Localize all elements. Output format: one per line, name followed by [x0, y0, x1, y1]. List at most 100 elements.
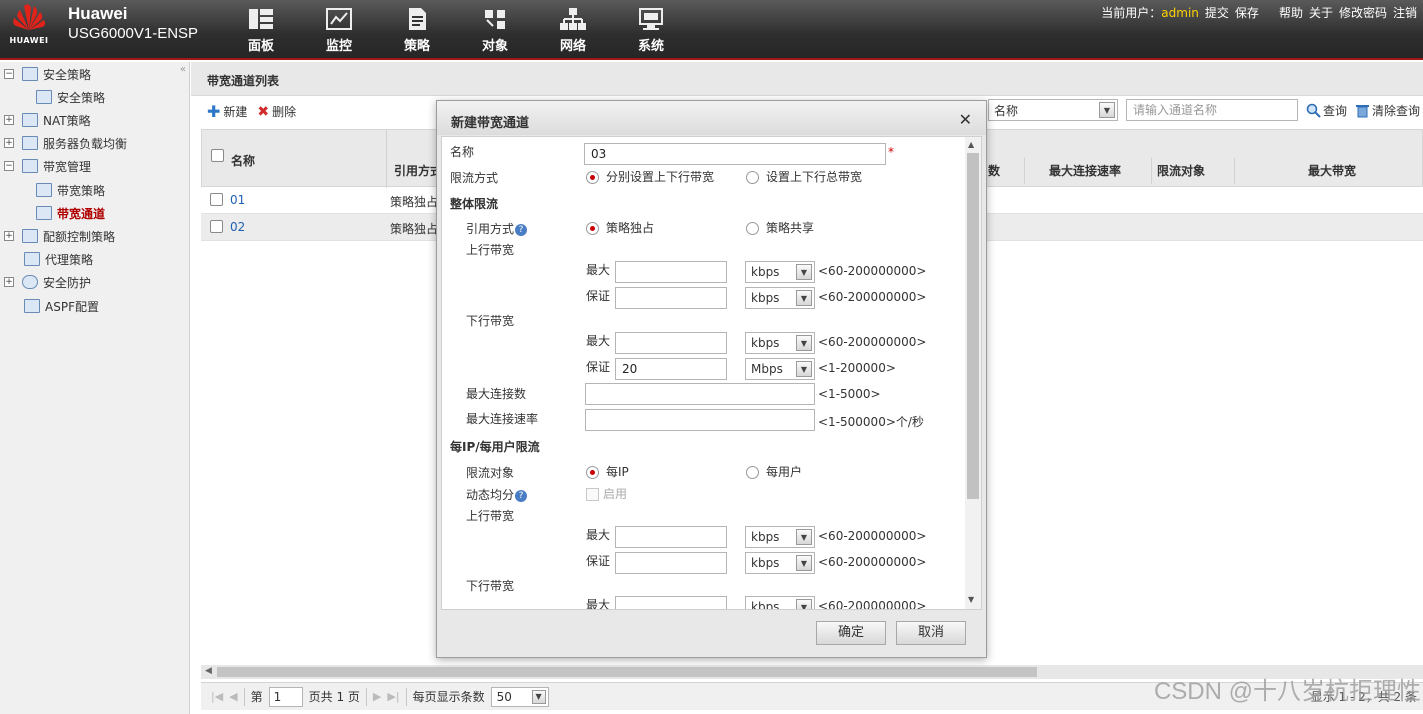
- sidebar-item-bandwidth-mgmt[interactable]: − 带宽管理: [4, 156, 91, 176]
- up-max-input[interactable]: [615, 261, 727, 283]
- page-number-input[interactable]: 1: [268, 686, 303, 707]
- submit-link[interactable]: 提交: [1205, 4, 1229, 21]
- chevron-down-icon[interactable]: ▼: [796, 599, 812, 609]
- cancel-button[interactable]: 取消: [896, 621, 966, 645]
- ref-exclusive-radio[interactable]: 策略独占: [586, 219, 654, 236]
- sidebar-item-security-policy[interactable]: 安全策略: [36, 87, 105, 107]
- per-up-max-input[interactable]: [615, 526, 727, 548]
- help-icon[interactable]: ?: [515, 223, 528, 236]
- expand-toggle-icon[interactable]: +: [4, 231, 14, 241]
- search-field-select[interactable]: 名称 ▼: [988, 99, 1118, 121]
- sidebar-item-security-policy-group[interactable]: − 安全策略: [4, 64, 91, 84]
- chevron-down-icon[interactable]: ▼: [796, 264, 812, 280]
- nav-dashboard[interactable]: 面板: [222, 6, 300, 54]
- chevron-down-icon[interactable]: ▼: [796, 290, 812, 306]
- new-button[interactable]: ✚ 新建: [207, 103, 247, 120]
- scroll-left-icon[interactable]: ◀: [205, 666, 212, 676]
- sidebar-item-quota-control[interactable]: + 配额控制策略: [4, 226, 115, 246]
- down-guarantee-input[interactable]: 20: [615, 358, 727, 380]
- up-max-unit-select[interactable]: kbps ▼: [745, 261, 815, 283]
- col-max-conn-rate[interactable]: 最大连接速率: [1049, 162, 1121, 179]
- expand-toggle-icon[interactable]: +: [4, 138, 14, 148]
- scroll-up-icon[interactable]: ▲: [968, 140, 974, 149]
- sidebar-item-aspf[interactable]: ASPF配置: [24, 296, 99, 316]
- expand-toggle-icon[interactable]: +: [4, 115, 14, 125]
- up-guarantee-input[interactable]: [615, 287, 727, 309]
- prev-page-icon[interactable]: ◀: [229, 690, 237, 703]
- chevron-down-icon[interactable]: ▼: [796, 555, 812, 571]
- max-conn-input[interactable]: [585, 383, 815, 405]
- scrollbar-thumb[interactable]: [967, 153, 979, 499]
- mode-total-radio[interactable]: 设置上下行总带宽: [746, 168, 862, 185]
- next-page-icon[interactable]: ▶: [373, 690, 381, 703]
- per-up-guarantee-unit-select[interactable]: kbps ▼: [745, 552, 815, 574]
- up-guarantee-unit-select[interactable]: kbps ▼: [745, 287, 815, 309]
- unit-value: kbps: [751, 291, 780, 305]
- chevron-down-icon[interactable]: ▼: [796, 529, 812, 545]
- dialog-vertical-scrollbar[interactable]: ▲ ▼: [965, 137, 981, 609]
- limit-per-user-label: 每用户: [766, 465, 803, 479]
- per-up-guarantee-input[interactable]: [615, 552, 727, 574]
- nav-objects[interactable]: 对象: [456, 6, 534, 54]
- nav-system[interactable]: 系统: [612, 6, 690, 54]
- per-up-max-unit-select[interactable]: kbps ▼: [745, 526, 815, 548]
- collapse-sidebar-icon[interactable]: «: [180, 64, 186, 75]
- nav-policy[interactable]: 策略: [378, 6, 456, 54]
- select-all-checkbox[interactable]: [211, 149, 224, 165]
- per-down-max-unit-select[interactable]: kbps ▼: [745, 596, 815, 609]
- row-name-link[interactable]: 02: [230, 220, 245, 234]
- ref-shared-radio[interactable]: 策略共享: [746, 219, 814, 236]
- nav-network[interactable]: 网络: [534, 6, 612, 54]
- col-max-bandwidth[interactable]: 最大带宽: [1308, 162, 1356, 179]
- ok-button[interactable]: 确定: [816, 621, 886, 645]
- limit-per-user-radio[interactable]: 每用户: [746, 463, 802, 480]
- about-link[interactable]: 关于: [1309, 4, 1333, 21]
- search-input[interactable]: 请输入通道名称: [1126, 99, 1298, 121]
- col-max-conn[interactable]: 数: [988, 162, 1000, 179]
- first-page-icon[interactable]: |◀: [211, 690, 223, 703]
- help-link[interactable]: 帮助: [1279, 4, 1303, 21]
- save-link[interactable]: 保存: [1235, 4, 1259, 21]
- query-button[interactable]: 查询: [1306, 102, 1347, 119]
- dynamic-share-checkbox[interactable]: 启用: [586, 485, 627, 502]
- chevron-down-icon[interactable]: ▼: [796, 335, 812, 351]
- row-checkbox[interactable]: [210, 220, 223, 236]
- change-password-link[interactable]: 修改密码: [1339, 4, 1387, 21]
- name-input[interactable]: 03: [584, 143, 886, 165]
- sidebar-item-bandwidth-policy[interactable]: 带宽策略: [36, 180, 105, 200]
- down-guarantee-unit-select[interactable]: Mbps ▼: [745, 358, 815, 380]
- col-limit-object[interactable]: 限流对象: [1157, 162, 1205, 179]
- col-name[interactable]: 名称: [231, 152, 255, 169]
- delete-button[interactable]: ✖ 删除: [257, 103, 296, 120]
- scrollbar-thumb[interactable]: [217, 667, 1037, 677]
- col-ref-mode[interactable]: 引用方式: [394, 162, 442, 179]
- mode-separate-radio[interactable]: 分别设置上下行带宽: [586, 168, 714, 185]
- per-page-select[interactable]: 50 ▼: [490, 686, 549, 707]
- sidebar-item-nat-policy[interactable]: + NAT策略: [4, 110, 91, 130]
- expand-toggle-icon[interactable]: +: [4, 277, 14, 287]
- max-conn-rate-input[interactable]: [585, 409, 815, 431]
- collapse-toggle-icon[interactable]: −: [4, 161, 14, 171]
- sidebar-item-security-protection[interactable]: + 安全防护: [4, 272, 91, 292]
- clear-query-button[interactable]: 清除查询: [1355, 102, 1420, 119]
- per-down-max-input[interactable]: [615, 596, 727, 609]
- last-page-icon[interactable]: ▶|: [387, 690, 399, 703]
- current-user-label: 当前用户：admin: [1101, 4, 1199, 21]
- chevron-down-icon[interactable]: ▼: [531, 689, 546, 704]
- help-icon[interactable]: ?: [515, 489, 528, 502]
- chevron-down-icon[interactable]: ▼: [796, 361, 812, 377]
- down-max-unit-select[interactable]: kbps ▼: [745, 332, 815, 354]
- nav-monitor[interactable]: 监控: [300, 6, 378, 54]
- sidebar-item-server-lb[interactable]: + 服务器负载均衡: [4, 133, 127, 153]
- close-icon[interactable]: ✕: [959, 110, 972, 129]
- sidebar-item-bandwidth-channel[interactable]: 带宽通道: [36, 203, 105, 223]
- chevron-down-icon[interactable]: ▼: [1099, 102, 1115, 118]
- row-checkbox[interactable]: [210, 193, 223, 209]
- down-max-input[interactable]: [615, 332, 727, 354]
- collapse-toggle-icon[interactable]: −: [4, 69, 14, 79]
- logout-link[interactable]: 注销: [1393, 4, 1417, 21]
- limit-per-ip-radio[interactable]: 每IP: [586, 463, 629, 480]
- sidebar-item-proxy-policy[interactable]: 代理策略: [24, 249, 93, 269]
- row-name-link[interactable]: 01: [230, 193, 245, 207]
- scroll-down-icon[interactable]: ▼: [968, 595, 974, 604]
